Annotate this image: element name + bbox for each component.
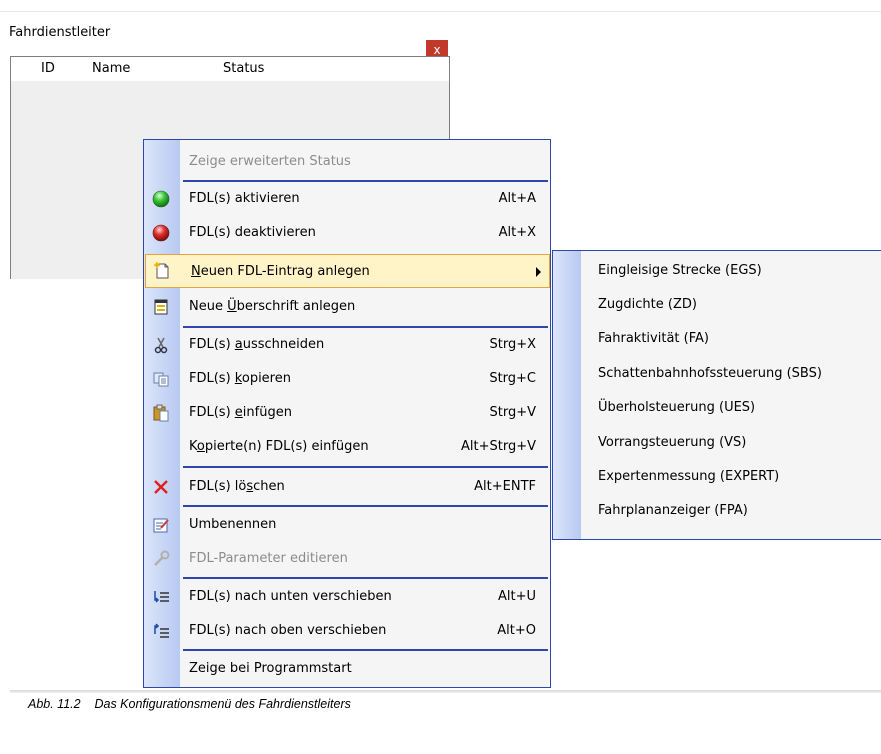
menu-item-edit-parameters[interactable]: FDL-Parameter editieren [144, 542, 550, 576]
submenu-item-expert[interactable]: Expertenmessung (EXPERT) [598, 469, 779, 484]
column-header-id[interactable]: ID [41, 61, 55, 76]
menu-separator [183, 577, 548, 579]
menu-separator [183, 466, 548, 468]
submenu-item-egs[interactable]: Eingleisige Strecke (EGS) [598, 263, 762, 278]
menu-item-paste-copied[interactable]: Kopierte(n) FDL(s) einfügen Alt+Strg+V [144, 430, 550, 464]
menu-item-move-up[interactable]: FDL(s) nach oben verschieben Alt+O [144, 614, 550, 648]
submenu-item-fpa[interactable]: Fahrplananzeiger (FPA) [598, 503, 748, 518]
copy-icon [152, 370, 170, 388]
column-header-name[interactable]: Name [92, 61, 130, 76]
menu-item-new-heading[interactable]: Neue Überschrift anlegen [144, 290, 550, 324]
delete-icon [152, 478, 170, 496]
move-up-icon [152, 622, 170, 640]
submenu-item-sbs[interactable]: Schattenbahnhofssteuerung (SBS) [598, 366, 822, 381]
menu-item-delete[interactable]: FDL(s) löschen Alt+ENTF [144, 470, 550, 504]
menu-item-new-fdl-entry[interactable]: Neuen FDL-Eintrag anlegen [145, 254, 550, 288]
submenu-new-fdl-entry: Eingleisige Strecke (EGS) Zugdichte (ZD)… [552, 250, 881, 540]
submenu-arrow-icon [536, 267, 541, 277]
menu-item-show-extended-status[interactable]: Zeige erweiterten Status [144, 145, 550, 179]
new-document-icon [153, 262, 171, 280]
move-down-icon [152, 588, 170, 606]
paste-icon [152, 404, 170, 422]
submenu-item-ues[interactable]: Überholsteuerung (UES) [598, 400, 755, 415]
wrench-icon [152, 550, 170, 568]
green-ball-icon [152, 190, 170, 208]
submenu-item-zd[interactable]: Zugdichte (ZD) [598, 297, 697, 312]
menu-item-cut[interactable]: FDL(s) ausschneiden Strg+X [144, 328, 550, 362]
menu-item-activate[interactable]: FDL(s) aktivieren Alt+A [144, 182, 550, 216]
menu-item-show-on-startup[interactable]: Zeige bei Programmstart [144, 652, 550, 686]
scissors-icon [152, 336, 170, 354]
menu-item-copy[interactable]: FDL(s) kopieren Strg+C [144, 362, 550, 396]
red-ball-icon [152, 224, 170, 242]
divider [10, 690, 881, 693]
heading-icon [152, 298, 170, 316]
submenu-item-vs[interactable]: Vorrangsteuerung (VS) [598, 435, 746, 450]
menu-item-deactivate[interactable]: FDL(s) deaktivieren Alt+X [144, 216, 550, 250]
menu-item-move-down[interactable]: FDL(s) nach unten verschieben Alt+U [144, 580, 550, 614]
submenu-item-fa[interactable]: Fahraktivität (FA) [598, 331, 709, 346]
menu-item-paste[interactable]: FDL(s) einfügen Strg+V [144, 396, 550, 430]
menu-icon-gutter [553, 251, 581, 539]
menu-item-rename[interactable]: Umbenennen [144, 508, 550, 542]
menu-separator [183, 649, 548, 651]
column-header-status[interactable]: Status [223, 61, 264, 76]
divider [0, 11, 881, 12]
figure-caption: Abb. 11.2 Das Konfigurationsmenü des Fah… [28, 697, 351, 711]
list-header: ID Name Status [11, 57, 449, 81]
window-title: Fahrdienstleiter [9, 25, 111, 40]
menu-separator [183, 505, 548, 507]
close-icon: x [433, 43, 441, 57]
rename-icon [152, 516, 170, 534]
context-menu: Zeige erweiterten Status FDL(s) aktivier… [143, 139, 551, 688]
